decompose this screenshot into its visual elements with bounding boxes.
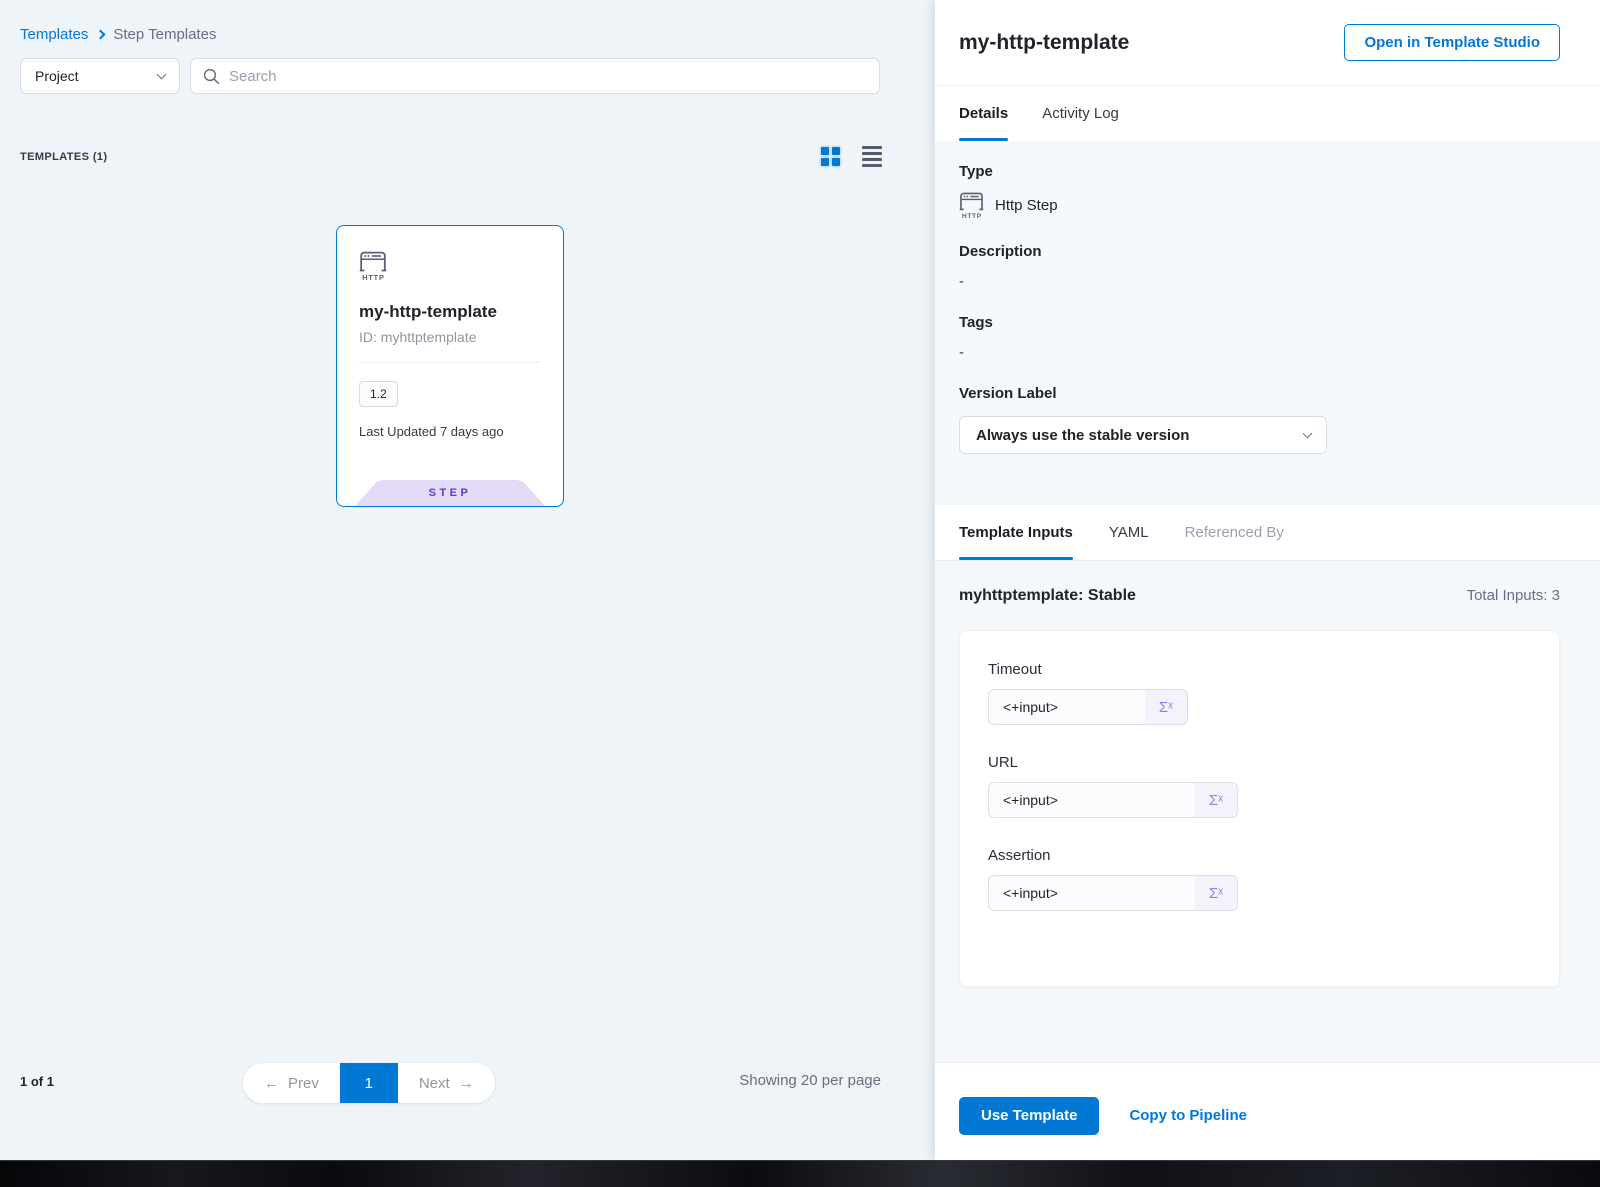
breadcrumb-chevron-icon bbox=[96, 30, 106, 40]
input-group-url: URL <+input> Σˣ bbox=[988, 754, 1531, 818]
per-page-label: Showing 20 per page bbox=[739, 1072, 881, 1089]
open-in-template-studio-button[interactable]: Open in Template Studio bbox=[1344, 24, 1560, 61]
inputs-tab-bar: Template Inputs YAML Referenced By bbox=[935, 505, 1600, 561]
template-card[interactable]: my-http-template ID: myhttptemplate 1.2 … bbox=[336, 225, 564, 507]
template-card-title: my-http-template bbox=[359, 302, 541, 322]
version-label-label: Version Label bbox=[959, 385, 1560, 402]
search-icon bbox=[203, 68, 220, 85]
copy-to-pipeline-link[interactable]: Copy to Pipeline bbox=[1129, 1107, 1247, 1124]
url-field: <+input> Σˣ bbox=[988, 782, 1238, 818]
url-input[interactable]: <+input> bbox=[989, 783, 1195, 817]
view-toggles bbox=[821, 146, 882, 167]
inputs-heading: myhttptemplate: Stable bbox=[959, 587, 1136, 605]
list-header: TEMPLATES (1) bbox=[20, 146, 880, 167]
tab-details[interactable]: Details bbox=[959, 86, 1008, 141]
inputs-heading-row: myhttptemplate: Stable Total Inputs: 3 bbox=[959, 587, 1560, 605]
url-label: URL bbox=[988, 754, 1531, 771]
input-group-assertion: Assertion <+input> Σˣ bbox=[988, 847, 1531, 911]
breadcrumb-templates-link[interactable]: Templates bbox=[20, 26, 88, 43]
description-value: - bbox=[959, 273, 1560, 290]
chevron-down-icon bbox=[1303, 429, 1313, 439]
runtime-input-sigma-icon[interactable]: Σˣ bbox=[1195, 783, 1237, 817]
runtime-input-sigma-icon[interactable]: Σˣ bbox=[1195, 876, 1237, 910]
tab-yaml[interactable]: YAML bbox=[1109, 505, 1149, 560]
details-header: my-http-template Open in Template Studio bbox=[935, 0, 1600, 86]
current-page-button[interactable]: 1 bbox=[340, 1063, 398, 1103]
tab-activity-log[interactable]: Activity Log bbox=[1042, 86, 1119, 141]
list-view-icon[interactable] bbox=[862, 146, 882, 167]
app-window: Templates Step Templates Project TEMPLAT… bbox=[0, 0, 1600, 1160]
search-input[interactable] bbox=[229, 68, 867, 85]
search-box bbox=[190, 58, 880, 94]
http-step-icon bbox=[959, 191, 984, 219]
total-inputs-label: Total Inputs: 3 bbox=[1467, 587, 1560, 604]
template-inputs-content: myhttptemplate: Stable Total Inputs: 3 T… bbox=[935, 561, 1600, 1062]
input-group-timeout: Timeout <+input> Σˣ bbox=[988, 661, 1531, 725]
templates-count-label: TEMPLATES (1) bbox=[20, 151, 108, 163]
type-value-row: Http Step bbox=[959, 191, 1560, 219]
breadcrumb: Templates Step Templates bbox=[20, 26, 217, 43]
tags-value: - bbox=[959, 344, 1560, 361]
pagination: ← Prev 1 Next → bbox=[243, 1063, 495, 1103]
tab-template-inputs[interactable]: Template Inputs bbox=[959, 505, 1073, 560]
timeout-field: <+input> Σˣ bbox=[988, 689, 1188, 725]
desktop-background-strip bbox=[0, 1160, 1600, 1187]
pagination-row: 1 of 1 ← Prev 1 Next → Showing 20 per pa… bbox=[0, 1062, 935, 1104]
timeout-label: Timeout bbox=[988, 661, 1531, 678]
version-badge: 1.2 bbox=[359, 381, 398, 407]
type-label: Type bbox=[959, 163, 1560, 180]
details-tab-bar: Details Activity Log bbox=[935, 86, 1600, 141]
template-card-id: ID: myhttptemplate bbox=[359, 329, 541, 345]
assertion-label: Assertion bbox=[988, 847, 1531, 864]
scope-select[interactable]: Project bbox=[20, 58, 180, 94]
scope-select-value: Project bbox=[35, 68, 79, 84]
template-details-panel: my-http-template Open in Template Studio… bbox=[935, 0, 1600, 1160]
card-divider bbox=[359, 362, 541, 363]
prev-page-button[interactable]: ← Prev bbox=[243, 1063, 340, 1103]
runtime-input-sigma-icon[interactable]: Σˣ bbox=[1145, 690, 1187, 724]
step-type-ribbon: STEP bbox=[355, 480, 545, 506]
details-footer: Use Template Copy to Pipeline bbox=[935, 1062, 1600, 1160]
next-page-button[interactable]: Next → bbox=[398, 1063, 495, 1103]
timeout-input[interactable]: <+input> bbox=[989, 690, 1145, 724]
tab-referenced-by[interactable]: Referenced By bbox=[1185, 505, 1284, 560]
assertion-input[interactable]: <+input> bbox=[989, 876, 1195, 910]
details-content: Type Http Step Description - Tags - Vers… bbox=[935, 141, 1600, 505]
panel-title: my-http-template bbox=[959, 31, 1129, 55]
tags-label: Tags bbox=[959, 314, 1560, 331]
chevron-down-icon bbox=[157, 70, 167, 80]
version-label-select[interactable]: Always use the stable version bbox=[959, 416, 1327, 454]
templates-list-panel: Templates Step Templates Project TEMPLAT… bbox=[0, 0, 935, 1160]
http-step-icon bbox=[359, 250, 387, 281]
breadcrumb-current: Step Templates bbox=[113, 26, 216, 43]
type-value: Http Step bbox=[995, 197, 1058, 214]
assertion-field: <+input> Σˣ bbox=[988, 875, 1238, 911]
filter-row: Project bbox=[20, 58, 880, 94]
arrow-right-icon: → bbox=[459, 1075, 474, 1092]
grid-view-icon[interactable] bbox=[821, 147, 840, 166]
last-updated-label: Last Updated 7 days ago bbox=[359, 424, 541, 439]
page-summary: 1 of 1 bbox=[20, 1074, 54, 1089]
arrow-left-icon: ← bbox=[264, 1075, 279, 1092]
description-label: Description bbox=[959, 243, 1560, 260]
use-template-button[interactable]: Use Template bbox=[959, 1097, 1099, 1135]
version-label-value: Always use the stable version bbox=[976, 427, 1189, 444]
inputs-card: Timeout <+input> Σˣ URL <+input> Σˣ Asse… bbox=[959, 630, 1560, 987]
